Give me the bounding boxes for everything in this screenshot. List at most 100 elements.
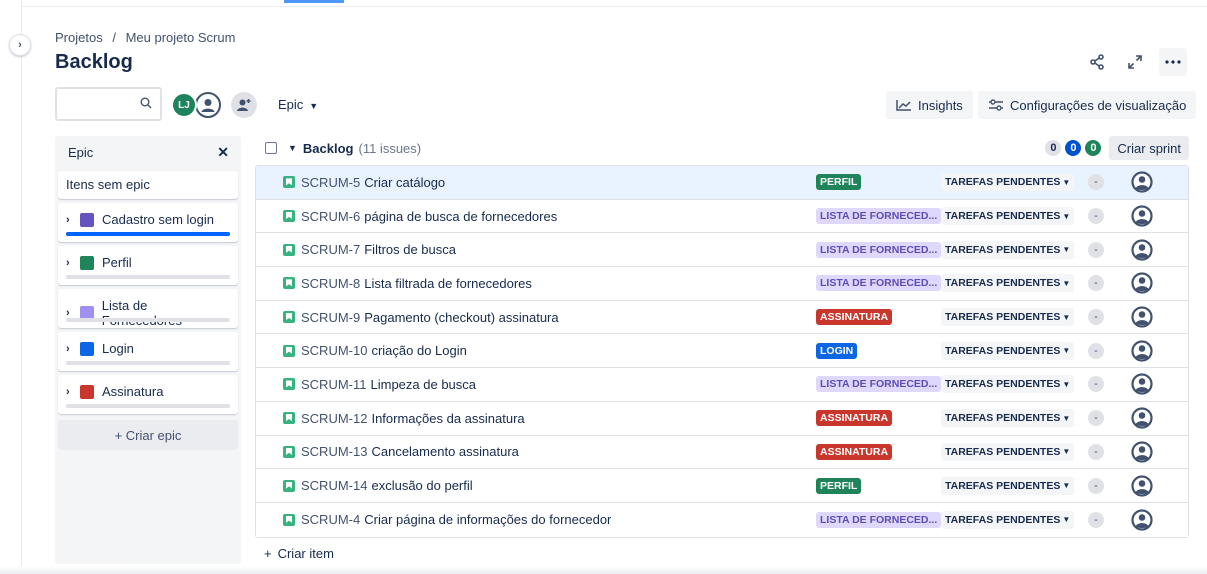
chevron-right-icon[interactable]: › bbox=[66, 214, 78, 226]
estimate-badge[interactable]: - bbox=[1088, 241, 1104, 258]
issue-row[interactable]: SCRUM-9 Pagamento (checkout) assinatura AS… bbox=[256, 300, 1188, 335]
epic-lozenge[interactable]: PERFIL bbox=[816, 174, 862, 191]
estimate-badge[interactable]: - bbox=[1088, 309, 1104, 326]
issue-key[interactable]: SCRUM-4 bbox=[301, 512, 360, 527]
avatar-lj[interactable]: LJ bbox=[171, 92, 197, 118]
unassigned-user-icon[interactable] bbox=[1131, 509, 1153, 531]
issue-row[interactable]: SCRUM-11 Limpeza de busca LISTA DE FORNECE… bbox=[256, 368, 1188, 402]
create-item-button[interactable]: + Criar item bbox=[264, 546, 334, 561]
unassigned-user-icon[interactable] bbox=[1131, 171, 1153, 193]
search-input[interactable] bbox=[57, 89, 137, 119]
breadcrumb-projects[interactable]: Projetos bbox=[55, 30, 103, 45]
create-sprint-button[interactable]: Criar sprint bbox=[1109, 136, 1189, 160]
epic-item[interactable]: ›Lista de Fornecedores bbox=[58, 289, 238, 328]
chevron-right-icon[interactable]: › bbox=[66, 343, 78, 355]
epic-lozenge[interactable]: LISTA DE FORNECED... bbox=[816, 511, 942, 528]
estimate-badge[interactable]: - bbox=[1088, 342, 1104, 359]
estimate-badge[interactable]: - bbox=[1088, 275, 1104, 292]
status-dropdown[interactable]: TAREFAS PENDENTES ▼ bbox=[941, 476, 1075, 495]
issue-row[interactable]: SCRUM-4 Criar página de informações do fo… bbox=[256, 502, 1188, 537]
status-dropdown[interactable]: TAREFAS PENDENTES ▼ bbox=[941, 375, 1075, 394]
issue-key[interactable]: SCRUM-11 bbox=[301, 377, 367, 392]
issue-row[interactable]: SCRUM-5 Criar catálogo PERFIL TAREFAS PENDE… bbox=[256, 166, 1188, 200]
status-dropdown[interactable]: TAREFAS PENDENTES ▼ bbox=[941, 341, 1075, 360]
issue-key[interactable]: SCRUM-10 bbox=[301, 343, 367, 358]
epic-item[interactable]: › Perfil bbox=[58, 246, 238, 285]
epic-filter-dropdown[interactable]: Epic ▼ bbox=[278, 97, 318, 112]
issue-key[interactable]: SCRUM-13 bbox=[301, 444, 367, 459]
more-actions-button[interactable] bbox=[1159, 48, 1187, 76]
issue-summary[interactable]: exclusão do perfil bbox=[371, 478, 472, 493]
unassigned-user-icon[interactable] bbox=[1131, 340, 1153, 362]
unassigned-user-icon[interactable] bbox=[1131, 474, 1153, 497]
estimate-badge[interactable]: - bbox=[1088, 443, 1104, 460]
issue-summary[interactable]: Cancelamento assinatura bbox=[371, 444, 518, 459]
unassigned-user-icon[interactable] bbox=[1131, 441, 1153, 463]
expand-sidebar-button[interactable]: › bbox=[9, 34, 31, 56]
chevron-down-icon[interactable]: ▼ bbox=[288, 143, 297, 153]
view-settings-button[interactable]: Configurações de visualização bbox=[978, 91, 1197, 119]
backlog-select-checkbox[interactable] bbox=[265, 142, 277, 154]
epic-lozenge[interactable]: LISTA DE FORNECED... bbox=[816, 275, 942, 292]
status-dropdown[interactable]: TAREFAS PENDENTES ▼ bbox=[941, 173, 1075, 192]
epic-lozenge[interactable]: LISTA DE FORNECED... bbox=[816, 376, 942, 393]
issue-key[interactable]: SCRUM-7 bbox=[301, 242, 360, 257]
issue-summary[interactable]: Criar página de informações do fornecedo… bbox=[364, 512, 611, 527]
epic-lozenge[interactable]: ASSINATURA bbox=[816, 443, 893, 460]
chevron-right-icon[interactable]: › bbox=[66, 257, 78, 269]
epic-item[interactable]: › Assinatura bbox=[58, 375, 238, 414]
unassigned-user-icon[interactable] bbox=[1131, 272, 1153, 295]
estimate-badge[interactable]: - bbox=[1088, 174, 1104, 191]
issue-row[interactable]: SCRUM-6 página de busca de fornecedores LI… bbox=[256, 199, 1188, 234]
issue-row[interactable]: SCRUM-8 Lista filtrada de fornecedores LIS… bbox=[256, 267, 1188, 301]
epic-lozenge[interactable]: ASSINATURA bbox=[816, 410, 893, 427]
status-dropdown[interactable]: TAREFAS PENDENTES ▼ bbox=[941, 409, 1075, 428]
issue-row[interactable]: SCRUM-12 Informações da assinatura ASSINAT… bbox=[256, 401, 1188, 436]
add-people-button[interactable] bbox=[231, 92, 257, 118]
issue-summary[interactable]: Informações da assinatura bbox=[371, 411, 524, 426]
epic-lozenge[interactable]: LISTA DE FORNECED... bbox=[816, 208, 942, 225]
issue-summary[interactable]: Limpeza de busca bbox=[371, 377, 477, 392]
epic-item-none[interactable]: Itens sem epic bbox=[58, 171, 238, 199]
share-button[interactable] bbox=[1083, 48, 1111, 76]
status-dropdown[interactable]: TAREFAS PENDENTES ▼ bbox=[941, 240, 1075, 259]
issue-key[interactable]: SCRUM-12 bbox=[301, 411, 367, 426]
create-epic-button[interactable]: + Criar epic bbox=[58, 420, 238, 450]
unassigned-user-icon[interactable] bbox=[1131, 306, 1153, 328]
issue-row[interactable]: SCRUM-10 criação do Login LOGIN TAREFAS PEN… bbox=[256, 334, 1188, 369]
unassigned-user-icon[interactable] bbox=[1131, 373, 1153, 396]
issue-summary[interactable]: criação do Login bbox=[371, 343, 466, 358]
unassigned-user-icon[interactable] bbox=[1131, 239, 1153, 261]
issue-summary[interactable]: Pagamento (checkout) assinatura bbox=[364, 310, 558, 325]
estimate-badge[interactable]: - bbox=[1088, 477, 1104, 494]
status-dropdown[interactable]: TAREFAS PENDENTES ▼ bbox=[941, 308, 1075, 327]
issue-summary[interactable]: página de busca de fornecedores bbox=[364, 209, 557, 224]
issue-key[interactable]: SCRUM-14 bbox=[301, 478, 367, 493]
fullscreen-button[interactable] bbox=[1121, 48, 1149, 76]
status-dropdown[interactable]: TAREFAS PENDENTES ▼ bbox=[941, 207, 1075, 226]
status-dropdown[interactable]: TAREFAS PENDENTES ▼ bbox=[941, 442, 1075, 461]
estimate-badge[interactable]: - bbox=[1088, 208, 1104, 225]
status-dropdown[interactable]: TAREFAS PENDENTES ▼ bbox=[941, 274, 1075, 293]
close-icon[interactable]: ✕ bbox=[217, 144, 229, 161]
issue-row[interactable]: SCRUM-7 Filtros de busca LISTA DE FORNECED… bbox=[256, 233, 1188, 268]
epic-lozenge[interactable]: PERFIL bbox=[816, 477, 862, 494]
issue-summary[interactable]: Lista filtrada de fornecedores bbox=[364, 276, 532, 291]
unassigned-user-icon[interactable] bbox=[1131, 407, 1153, 429]
issue-row[interactable]: SCRUM-13 Cancelamento assinatura ASSINATUR… bbox=[256, 435, 1188, 470]
unassigned-user-icon[interactable] bbox=[1131, 205, 1153, 227]
epic-lozenge[interactable]: ASSINATURA bbox=[816, 309, 893, 326]
estimate-badge[interactable]: - bbox=[1088, 410, 1104, 427]
issue-summary[interactable]: Criar catálogo bbox=[364, 175, 445, 190]
status-dropdown[interactable]: TAREFAS PENDENTES ▼ bbox=[941, 510, 1075, 529]
issue-key[interactable]: SCRUM-6 bbox=[301, 209, 360, 224]
breadcrumb-project[interactable]: Meu projeto Scrum bbox=[126, 30, 236, 45]
issue-key[interactable]: SCRUM-5 bbox=[301, 175, 360, 190]
epic-item[interactable]: › Login bbox=[58, 332, 238, 371]
avatar-user[interactable] bbox=[195, 92, 221, 118]
issue-summary[interactable]: Filtros de busca bbox=[364, 242, 456, 257]
insights-button[interactable]: Insights bbox=[886, 91, 973, 119]
estimate-badge[interactable]: - bbox=[1088, 376, 1104, 393]
epic-item[interactable]: › Cadastro sem login bbox=[58, 203, 238, 242]
chevron-right-icon[interactable]: › bbox=[66, 386, 78, 398]
